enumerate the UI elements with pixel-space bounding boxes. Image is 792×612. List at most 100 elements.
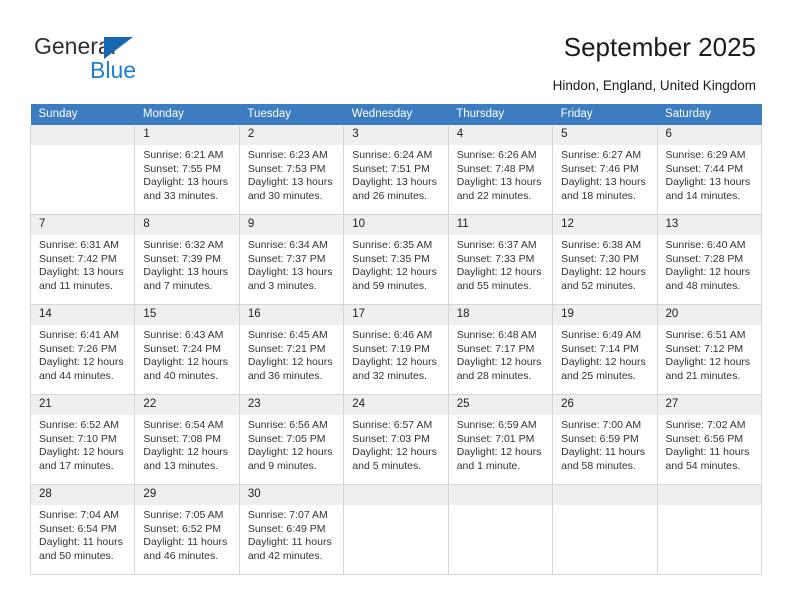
calendar-day-cell[interactable]: 22 Sunrise: 6:54 AM Sunset: 7:08 PM Dayligh…: [134, 394, 240, 485]
sunrise-text: Sunrise: 6:41 AM: [39, 329, 119, 341]
sunset-text: Sunset: 7:37 PM: [247, 252, 326, 265]
weekday-header-friday: Friday: [552, 104, 658, 125]
calendar-day-cell[interactable]: 14 Sunrise: 6:41 AM Sunset: 7:26 PM Dayligh…: [29, 304, 136, 395]
day-cell-inner: 7 Sunrise: 6:31 AM Sunset: 7:42 PM Daylight…: [31, 215, 135, 304]
day-number: 21: [31, 395, 135, 415]
daylight-text-line1: Daylight: 12 hours: [352, 266, 437, 278]
calendar-day-cell[interactable]: 2 Sunrise: 6:23 AM Sunset: 7:53 PM Daylight…: [238, 125, 345, 215]
sunrise-text: Sunrise: 6:24 AM: [352, 149, 433, 161]
calendar-day-cell[interactable]: 11 Sunrise: 6:37 AM Sunset: 7:33 PM Dayligh…: [447, 214, 554, 305]
sunrise-text: Sunrise: 6:54 AM: [143, 419, 224, 431]
sunset-text: Sunset: 7:28 PM: [665, 252, 744, 265]
calendar-day-cell[interactable]: 10 Sunrise: 6:35 AM Sunset: 7:35 PM Dayligh…: [343, 214, 449, 305]
day-cell-inner: 14 Sunrise: 6:41 AM Sunset: 7:26 PM Dayligh…: [31, 305, 135, 394]
daylight-text-line2: and 14 minutes.: [665, 189, 741, 202]
calendar-page: General Blue September 2025 Hindon, Engl…: [0, 0, 792, 612]
sunrise-text: Sunrise: 6:31 AM: [39, 239, 119, 251]
daylight-text-line2: and 25 minutes.: [561, 369, 636, 382]
day-details: [449, 505, 552, 509]
calendar-day-cell[interactable]: 7 Sunrise: 6:31 AM Sunset: 7:42 PM Daylight…: [29, 214, 136, 305]
calendar-day-cell[interactable]: 29 Sunrise: 7:05 AM Sunset: 6:52 PM Dayligh…: [134, 484, 240, 575]
day-number: [344, 485, 448, 505]
daylight-text-line2: and 58 minutes.: [561, 459, 636, 472]
daylight-text-line1: Daylight: 12 hours: [352, 356, 437, 368]
calendar-day-cell[interactable]: 5 Sunrise: 6:27 AM Sunset: 7:46 PM Daylight…: [552, 125, 658, 215]
daylight-text-line1: Daylight: 12 hours: [352, 446, 437, 458]
sunrise-text: Sunrise: 6:32 AM: [143, 239, 224, 251]
sunset-text: Sunset: 7:08 PM: [143, 432, 222, 445]
daylight-text-line2: and 22 minutes.: [456, 189, 532, 202]
calendar-empty-cell: [656, 484, 763, 575]
day-cell-inner: 6 Sunrise: 6:29 AM Sunset: 7:44 PM Daylight…: [657, 125, 761, 214]
calendar-day-cell[interactable]: 8 Sunrise: 6:32 AM Sunset: 7:39 PM Daylight…: [134, 214, 240, 305]
day-number: 12: [553, 215, 657, 235]
calendar-day-cell[interactable]: 4 Sunrise: 6:26 AM Sunset: 7:48 PM Daylight…: [447, 125, 554, 215]
calendar-day-cell[interactable]: 17 Sunrise: 6:46 AM Sunset: 7:19 PM Dayligh…: [343, 304, 449, 395]
daylight-text-line2: and 42 minutes.: [247, 549, 323, 562]
day-cell-inner: 4 Sunrise: 6:26 AM Sunset: 7:48 PM Daylight…: [448, 125, 553, 214]
logo-text-blue: Blue: [90, 57, 137, 83]
calendar-day-cell[interactable]: 24 Sunrise: 6:57 AM Sunset: 7:03 PM Dayligh…: [343, 394, 449, 485]
day-details: Sunrise: 6:41 AM Sunset: 7:26 PM Daylight:…: [31, 325, 134, 383]
daylight-text-line2: and 46 minutes.: [143, 549, 219, 562]
calendar-day-cell[interactable]: 25 Sunrise: 6:59 AM Sunset: 7:01 PM Dayligh…: [447, 394, 554, 485]
sunset-text: Sunset: 7:51 PM: [352, 162, 430, 175]
daylight-text-line1: Daylight: 11 hours: [561, 446, 645, 458]
calendar-day-cell[interactable]: 6 Sunrise: 6:29 AM Sunset: 7:44 PM Daylight…: [656, 125, 763, 215]
calendar-day-cell[interactable]: 12 Sunrise: 6:38 AM Sunset: 7:30 PM Dayligh…: [552, 214, 658, 305]
calendar-grid: Sunday Monday Tuesday Wednesday Thursday…: [29, 104, 763, 575]
daylight-text-line1: Daylight: 11 hours: [143, 536, 228, 548]
sunset-text: Sunset: 7:19 PM: [352, 342, 430, 355]
calendar-week-row: 7 Sunrise: 6:31 AM Sunset: 7:42 PM Daylight…: [29, 214, 763, 305]
calendar-day-cell[interactable]: 13 Sunrise: 6:40 AM Sunset: 7:28 PM Dayligh…: [656, 214, 763, 305]
day-details: Sunrise: 6:23 AM Sunset: 7:53 PM Daylight:…: [240, 145, 343, 203]
day-number: 18: [448, 305, 553, 325]
day-details: Sunrise: 6:37 AM Sunset: 7:33 PM Daylight:…: [449, 235, 552, 293]
calendar-day-cell[interactable]: 16 Sunrise: 6:45 AM Sunset: 7:21 PM Dayligh…: [238, 304, 345, 395]
daylight-text-line1: Daylight: 11 hours: [665, 446, 750, 458]
calendar-day-cell[interactable]: 1 Sunrise: 6:21 AM Sunset: 7:55 PM Daylight…: [134, 125, 240, 215]
calendar-day-cell[interactable]: 20 Sunrise: 6:51 AM Sunset: 7:12 PM Dayligh…: [656, 304, 763, 395]
day-cell-inner: 12 Sunrise: 6:38 AM Sunset: 7:30 PM Dayligh…: [553, 215, 657, 304]
calendar-day-cell[interactable]: 3 Sunrise: 6:24 AM Sunset: 7:51 PM Daylight…: [343, 125, 449, 215]
day-cell-inner: 5 Sunrise: 6:27 AM Sunset: 7:46 PM Daylight…: [553, 125, 657, 214]
sunrise-text: Sunrise: 6:57 AM: [352, 419, 433, 431]
daylight-text-line2: and 52 minutes.: [561, 279, 636, 292]
calendar-day-cell[interactable]: 18 Sunrise: 6:48 AM Sunset: 7:17 PM Dayligh…: [447, 304, 554, 395]
sunset-text: Sunset: 7:05 PM: [247, 432, 326, 445]
day-cell-inner: 10 Sunrise: 6:35 AM Sunset: 7:35 PM Dayligh…: [344, 215, 448, 304]
daylight-text-line2: and 44 minutes.: [39, 369, 114, 382]
calendar-day-cell[interactable]: 9 Sunrise: 6:34 AM Sunset: 7:37 PM Daylight…: [238, 214, 345, 305]
general-blue-logo[interactable]: General Blue: [34, 33, 254, 85]
day-number: 6: [657, 125, 761, 145]
calendar-day-cell[interactable]: 26 Sunrise: 7:00 AM Sunset: 6:59 PM Dayligh…: [552, 394, 658, 485]
day-details: Sunrise: 6:27 AM Sunset: 7:46 PM Daylight:…: [553, 145, 656, 203]
location-subtitle: Hindon, England, United Kingdom: [552, 78, 756, 93]
calendar-day-cell[interactable]: 27 Sunrise: 7:02 AM Sunset: 6:56 PM Dayligh…: [656, 394, 763, 485]
calendar-day-cell[interactable]: 21 Sunrise: 6:52 AM Sunset: 7:10 PM Dayligh…: [29, 394, 136, 485]
sunrise-text: Sunrise: 7:04 AM: [39, 509, 119, 521]
calendar-day-cell[interactable]: 30 Sunrise: 7:07 AM Sunset: 6:49 PM Dayligh…: [238, 484, 345, 575]
sunset-text: Sunset: 7:55 PM: [143, 162, 222, 175]
sunset-text: Sunset: 6:54 PM: [39, 522, 117, 535]
daylight-text-line1: Daylight: 12 hours: [456, 356, 542, 368]
daylight-text-line2: and 26 minutes.: [352, 189, 427, 202]
sunrise-text: Sunrise: 6:56 AM: [247, 419, 328, 431]
day-details: Sunrise: 6:49 AM Sunset: 7:14 PM Daylight:…: [553, 325, 656, 383]
weekday-header-thursday: Thursday: [448, 104, 553, 125]
day-details: Sunrise: 7:07 AM Sunset: 6:49 PM Daylight:…: [240, 505, 343, 563]
logo-triangle-icon: [104, 37, 133, 59]
day-details: Sunrise: 6:40 AM Sunset: 7:28 PM Daylight:…: [658, 235, 761, 293]
calendar-day-cell[interactable]: 23 Sunrise: 6:56 AM Sunset: 7:05 PM Dayligh…: [238, 394, 345, 485]
day-number: 11: [448, 215, 553, 235]
sunrise-text: Sunrise: 6:46 AM: [352, 329, 433, 341]
day-cell-inner: 27 Sunrise: 7:02 AM Sunset: 6:56 PM Dayligh…: [657, 395, 761, 484]
calendar-day-cell[interactable]: 15 Sunrise: 6:43 AM Sunset: 7:24 PM Dayligh…: [134, 304, 240, 395]
day-cell-inner: 9 Sunrise: 6:34 AM Sunset: 7:37 PM Daylight…: [239, 215, 344, 304]
calendar-day-cell[interactable]: 28 Sunrise: 7:04 AM Sunset: 6:54 PM Dayligh…: [29, 484, 136, 575]
day-cell-inner: [344, 485, 448, 574]
daylight-text-line2: and 32 minutes.: [352, 369, 427, 382]
calendar-day-cell[interactable]: 19 Sunrise: 6:49 AM Sunset: 7:14 PM Dayligh…: [552, 304, 658, 395]
sunset-text: Sunset: 7:39 PM: [143, 252, 222, 265]
daylight-text-line1: Daylight: 13 hours: [665, 176, 751, 188]
